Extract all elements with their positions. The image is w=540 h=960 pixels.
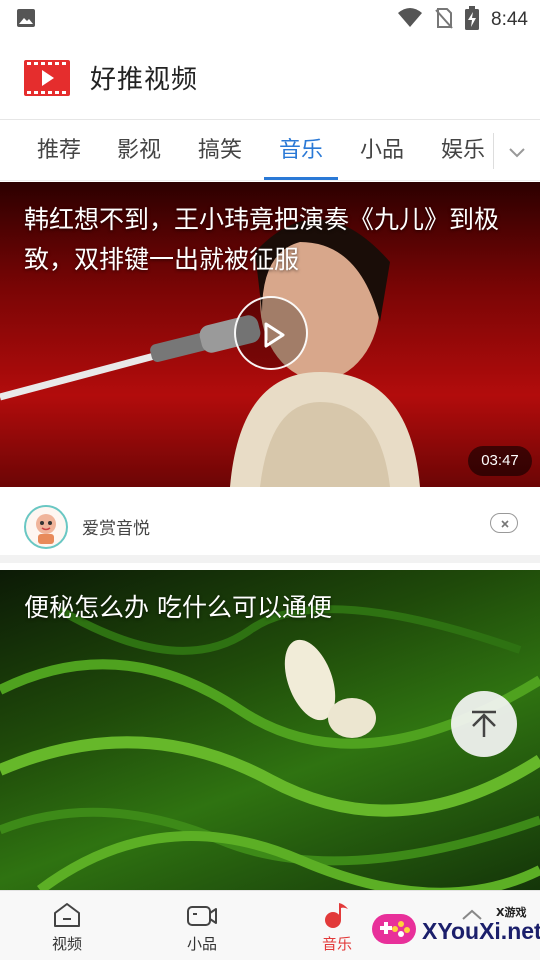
video-title: 韩红想不到，王小玮竟把演奏《九儿》到极致，双排键一出就被征服 — [24, 205, 500, 274]
video-title: 便秘怎么办 吃什么可以通便 — [24, 593, 332, 622]
app-header: 好推视频 — [0, 36, 540, 120]
nav-video[interactable]: 视频 — [22, 891, 112, 960]
chevron-down-icon[interactable] — [502, 137, 532, 167]
tab-divider — [493, 133, 494, 169]
battery-charging-icon — [465, 6, 480, 34]
music-note-icon — [325, 903, 348, 928]
home-icon — [54, 903, 80, 927]
avatar[interactable] — [24, 505, 68, 549]
play-button[interactable] — [234, 296, 308, 370]
clock: 8:44 — [491, 9, 528, 30]
duration-badge: 03:47 — [468, 446, 532, 476]
video-thumbnail[interactable]: 韩红想不到，王小玮竟把演奏《九儿》到极致，双排键一出就被征服 03:47 — [0, 182, 540, 487]
avatar-icon — [36, 514, 56, 544]
wifi-icon — [397, 7, 423, 33]
app-logo-icon — [24, 60, 70, 96]
video-meta: 爱赏音悦 — [0, 487, 540, 563]
tab-film[interactable]: 影视 — [108, 121, 170, 181]
gamepad-logo-icon — [372, 914, 416, 944]
video-camera-icon — [187, 906, 217, 926]
tab-music[interactable]: 音乐 — [270, 121, 332, 181]
scroll-to-top-button[interactable] — [451, 691, 517, 757]
gallery-icon — [16, 8, 36, 32]
app-title: 好推视频 — [90, 65, 199, 95]
tab-entertainment[interactable]: 娱乐 — [432, 121, 494, 181]
arrow-up-icon — [472, 710, 496, 737]
tab-recommend[interactable]: 推荐 — [28, 121, 90, 181]
tab-funny[interactable]: 搞笑 — [189, 121, 251, 181]
watermark: X游戏 XYouXi.net — [368, 900, 540, 960]
nav-label: 视频 — [51, 935, 82, 953]
status-bar: 8:44 — [0, 0, 540, 36]
dismiss-button[interactable] — [490, 513, 518, 533]
no-sim-icon — [435, 7, 453, 33]
nav-label: 小品 — [186, 935, 217, 953]
close-icon — [501, 520, 509, 528]
active-tab-indicator — [264, 177, 338, 180]
category-tabs: 推荐 影视 搞笑 音乐 小品 娱乐 — [0, 121, 540, 181]
play-icon — [264, 322, 285, 348]
nav-sketch[interactable]: 小品 — [157, 891, 247, 960]
tab-sketch[interactable]: 小品 — [351, 121, 413, 181]
author-name[interactable]: 爱赏音悦 — [82, 514, 150, 539]
watermark-text: XYouXi.net — [422, 918, 540, 944]
